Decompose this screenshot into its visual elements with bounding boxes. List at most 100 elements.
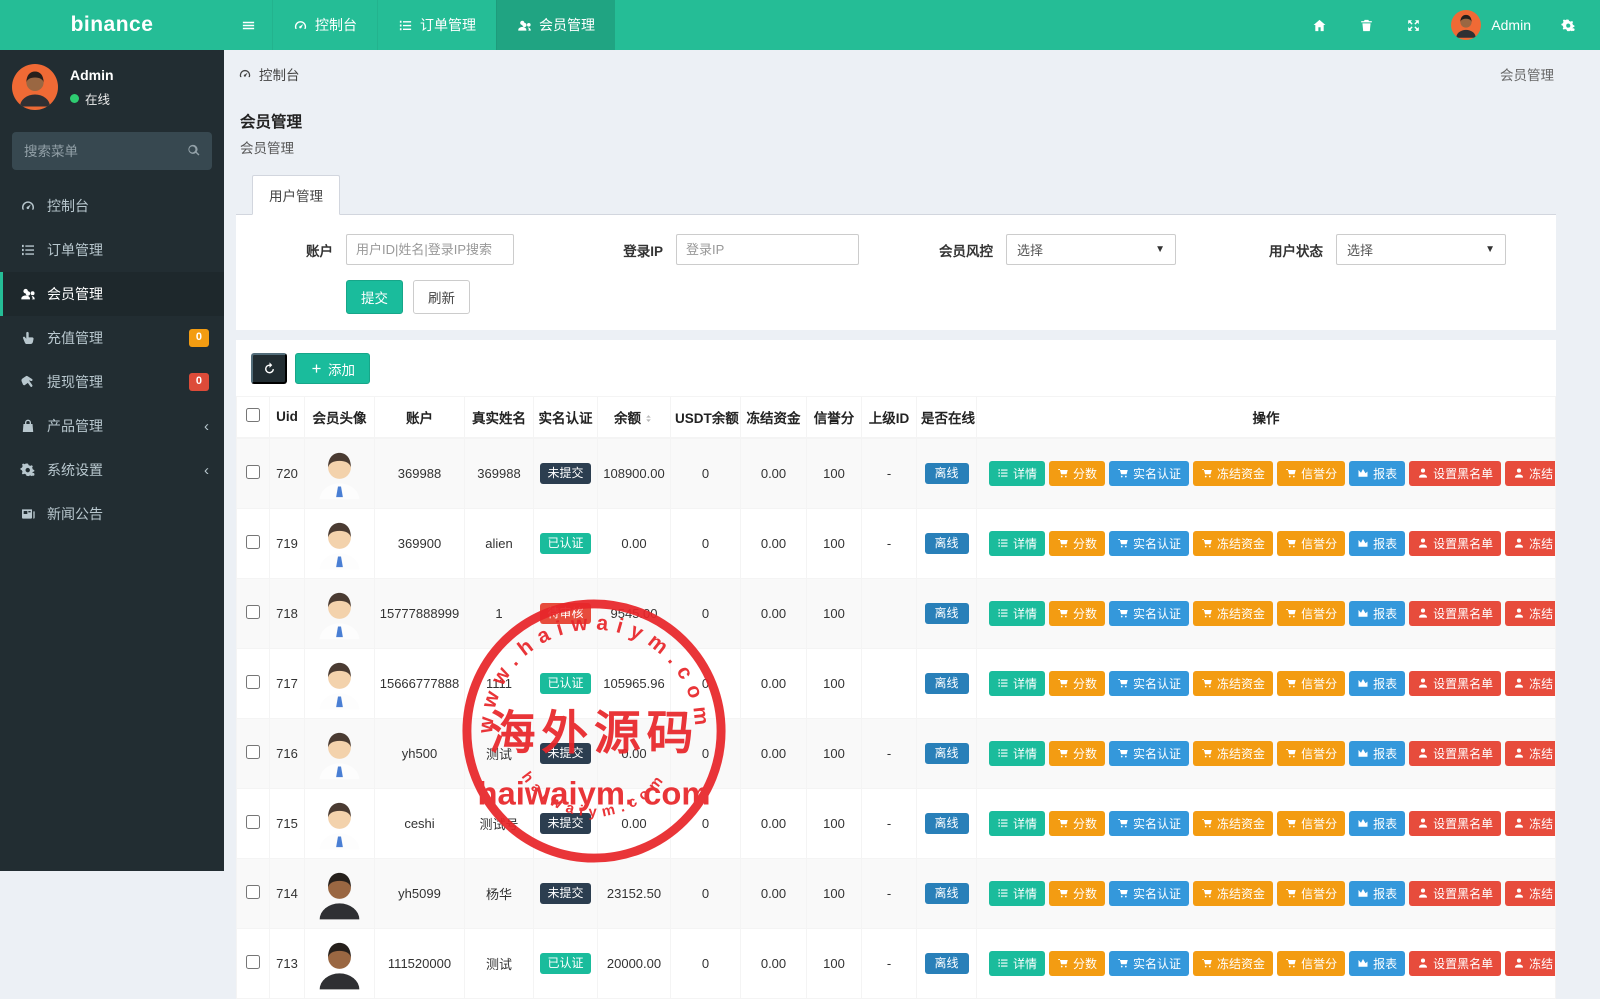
select-all-checkbox[interactable] [246, 408, 260, 422]
action-score-button[interactable]: 分数 [1049, 671, 1105, 696]
home-button[interactable] [1298, 0, 1341, 50]
action-blacklist-button[interactable]: 设置黑名单 [1409, 601, 1501, 626]
action-report-button[interactable]: 报表 [1349, 811, 1405, 836]
tab-user-management[interactable]: 用户管理 [252, 175, 340, 215]
action-freeze-button[interactable]: 冻结 [1505, 741, 1555, 766]
nav-item-members[interactable]: 会员管理 [496, 0, 615, 50]
sidebar-toggle-button[interactable] [224, 0, 272, 50]
sidebar-item-dashboard[interactable]: 控制台 [0, 184, 224, 228]
action-detail-button[interactable]: 详情 [989, 671, 1045, 696]
action-freeze-funds-button[interactable]: 冻结资金 [1193, 951, 1273, 976]
breadcrumb-dashboard[interactable]: 控制台 [238, 64, 300, 84]
action-score-button[interactable]: 分数 [1049, 461, 1105, 486]
sidebar-item-products[interactable]: 产品管理‹ [0, 404, 224, 448]
add-member-button[interactable]: 添加 [295, 353, 370, 384]
action-realname-button[interactable]: 实名认证 [1109, 461, 1189, 486]
action-credit-button[interactable]: 信誉分 [1277, 881, 1345, 906]
menu-search-input[interactable] [12, 132, 212, 170]
row-checkbox[interactable] [246, 815, 260, 829]
action-realname-button[interactable]: 实名认证 [1109, 741, 1189, 766]
member-avatar[interactable] [309, 583, 370, 644]
member-avatar[interactable] [309, 933, 370, 994]
row-checkbox[interactable] [246, 745, 260, 759]
member-avatar[interactable] [309, 863, 370, 924]
action-score-button[interactable]: 分数 [1049, 881, 1105, 906]
action-detail-button[interactable]: 详情 [989, 531, 1045, 556]
account-search-input[interactable] [346, 234, 514, 265]
action-report-button[interactable]: 报表 [1349, 531, 1405, 556]
member-avatar[interactable] [309, 513, 370, 574]
action-freeze-funds-button[interactable]: 冻结资金 [1193, 811, 1273, 836]
user-status-select[interactable]: 选择▼ [1336, 234, 1506, 265]
sidebar-item-deposit[interactable]: 充值管理0 [0, 316, 224, 360]
action-blacklist-button[interactable]: 设置黑名单 [1409, 951, 1501, 976]
action-report-button[interactable]: 报表 [1349, 461, 1405, 486]
sidebar-item-settings[interactable]: 系统设置‹ [0, 448, 224, 492]
row-checkbox[interactable] [246, 465, 260, 479]
sidebar-item-members[interactable]: 会员管理 [0, 272, 224, 316]
action-realname-button[interactable]: 实名认证 [1109, 531, 1189, 556]
action-freeze-funds-button[interactable]: 冻结资金 [1193, 531, 1273, 556]
action-detail-button[interactable]: 详情 [989, 741, 1045, 766]
col-balance[interactable]: 余额 [598, 397, 671, 438]
action-detail-button[interactable]: 详情 [989, 601, 1045, 626]
action-credit-button[interactable]: 信誉分 [1277, 531, 1345, 556]
row-checkbox[interactable] [246, 675, 260, 689]
action-freeze-button[interactable]: 冻结 [1505, 671, 1555, 696]
action-freeze-button[interactable]: 冻结 [1505, 881, 1555, 906]
member-avatar[interactable] [309, 443, 370, 504]
action-blacklist-button[interactable]: 设置黑名单 [1409, 461, 1501, 486]
action-credit-button[interactable]: 信誉分 [1277, 601, 1345, 626]
action-credit-button[interactable]: 信誉分 [1277, 671, 1345, 696]
action-freeze-button[interactable]: 冻结 [1505, 461, 1555, 486]
action-blacklist-button[interactable]: 设置黑名单 [1409, 531, 1501, 556]
user-menu[interactable]: Admin [1439, 10, 1543, 40]
action-freeze-button[interactable]: 冻结 [1505, 601, 1555, 626]
action-blacklist-button[interactable]: 设置黑名单 [1409, 881, 1501, 906]
action-report-button[interactable]: 报表 [1349, 671, 1405, 696]
refresh-button[interactable]: 刷新 [413, 280, 470, 314]
action-detail-button[interactable]: 详情 [989, 811, 1045, 836]
action-freeze-funds-button[interactable]: 冻结资金 [1193, 741, 1273, 766]
action-realname-button[interactable]: 实名认证 [1109, 671, 1189, 696]
action-detail-button[interactable]: 详情 [989, 881, 1045, 906]
action-freeze-funds-button[interactable]: 冻结资金 [1193, 671, 1273, 696]
nav-item-orders[interactable]: 订单管理 [377, 0, 496, 50]
settings-button[interactable] [1547, 0, 1590, 50]
row-checkbox[interactable] [246, 955, 260, 969]
trash-button[interactable] [1345, 0, 1388, 50]
sidebar-item-news[interactable]: 新闻公告 [0, 492, 224, 536]
login-ip-input[interactable] [676, 234, 859, 265]
action-realname-button[interactable]: 实名认证 [1109, 601, 1189, 626]
action-report-button[interactable]: 报表 [1349, 741, 1405, 766]
action-freeze-button[interactable]: 冻结 [1505, 531, 1555, 556]
action-score-button[interactable]: 分数 [1049, 741, 1105, 766]
action-blacklist-button[interactable]: 设置黑名单 [1409, 671, 1501, 696]
row-checkbox[interactable] [246, 885, 260, 899]
member-avatar[interactable] [309, 793, 370, 854]
action-freeze-funds-button[interactable]: 冻结资金 [1193, 881, 1273, 906]
nav-item-dashboard[interactable]: 控制台 [272, 0, 377, 50]
action-blacklist-button[interactable]: 设置黑名单 [1409, 811, 1501, 836]
action-freeze-button[interactable]: 冻结 [1505, 951, 1555, 976]
brand-logo[interactable]: binance [0, 0, 224, 50]
action-report-button[interactable]: 报表 [1349, 601, 1405, 626]
member-avatar[interactable] [309, 653, 370, 714]
action-freeze-funds-button[interactable]: 冻结资金 [1193, 601, 1273, 626]
action-score-button[interactable]: 分数 [1049, 601, 1105, 626]
action-score-button[interactable]: 分数 [1049, 951, 1105, 976]
action-blacklist-button[interactable]: 设置黑名单 [1409, 741, 1501, 766]
row-checkbox[interactable] [246, 605, 260, 619]
sidebar-item-withdraw[interactable]: 提现管理0 [0, 360, 224, 404]
action-credit-button[interactable]: 信誉分 [1277, 951, 1345, 976]
submit-button[interactable]: 提交 [346, 280, 403, 314]
row-checkbox[interactable] [246, 535, 260, 549]
action-detail-button[interactable]: 详情 [989, 951, 1045, 976]
action-realname-button[interactable]: 实名认证 [1109, 951, 1189, 976]
risk-select[interactable]: 选择▼ [1006, 234, 1176, 265]
action-credit-button[interactable]: 信誉分 [1277, 741, 1345, 766]
action-freeze-funds-button[interactable]: 冻结资金 [1193, 461, 1273, 486]
action-credit-button[interactable]: 信誉分 [1277, 811, 1345, 836]
action-report-button[interactable]: 报表 [1349, 951, 1405, 976]
table-refresh-button[interactable] [251, 353, 287, 384]
